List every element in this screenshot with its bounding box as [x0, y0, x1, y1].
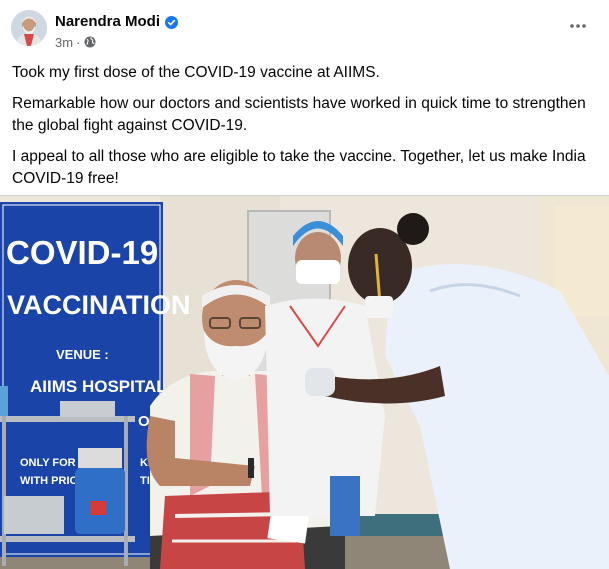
author-avatar[interactable] [11, 10, 47, 46]
more-options-button[interactable] [562, 12, 594, 40]
facebook-post: Narendra Modi 3m · Took my first dose of… [0, 0, 609, 569]
meta-separator: · [76, 34, 81, 50]
author-name-row: Narendra Modi [55, 12, 179, 32]
banner-line: VACCINATION [7, 290, 191, 320]
more-horizontal-icon [570, 24, 586, 28]
verified-badge-icon [165, 15, 179, 29]
post-paragraph: Remarkable how our doctors and scientist… [12, 95, 586, 134]
banner-line: AIIMS HOSPITAL [30, 377, 167, 396]
author-name[interactable]: Narendra Modi [55, 12, 160, 32]
post-header: Narendra Modi 3m · [0, 0, 609, 60]
banner-line: COVID-19 [6, 234, 158, 271]
globe-icon[interactable] [84, 36, 96, 48]
post-paragraph: Took my first dose of the COVID-19 vacci… [12, 64, 380, 81]
post-meta: 3m · [55, 34, 96, 50]
post-text: Took my first dose of the COVID-19 vacci… [12, 62, 597, 199]
post-timestamp[interactable]: 3m [55, 35, 73, 50]
banner-line: VENUE : [56, 347, 109, 362]
post-photo[interactable]: COVID-19 VACCINATION VENUE : AIIMS HOSPI… [0, 195, 609, 569]
post-paragraph: I appeal to all those who are eligible t… [12, 148, 586, 187]
